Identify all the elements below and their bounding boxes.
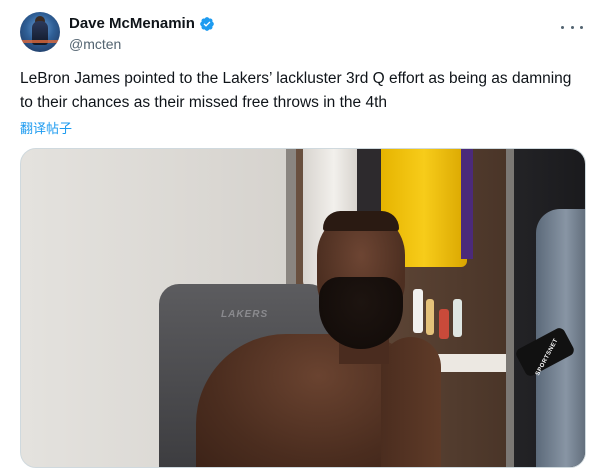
bottle (453, 299, 462, 337)
more-dot (561, 25, 564, 29)
tweet-text: LeBron James pointed to the Lakers’ lack… (20, 70, 572, 111)
more-dot (580, 25, 583, 29)
chair-logo: LAKERS (221, 309, 269, 320)
hanging-purple-garment (461, 149, 473, 259)
player-hair (323, 211, 399, 231)
bottle (413, 289, 423, 333)
display-name[interactable]: Dave McMenamin (69, 15, 195, 33)
player-arm (381, 337, 441, 467)
handle[interactable]: @mcten (69, 36, 121, 52)
bottle (426, 299, 434, 335)
bottle (439, 309, 449, 339)
translate-link[interactable]: 翻译帖子 (20, 118, 72, 137)
more-horizontal-icon[interactable] (561, 20, 583, 34)
avatar-stripe (20, 40, 60, 43)
verified-badge-icon (200, 17, 214, 31)
more-dot (570, 25, 574, 29)
door-frame (506, 149, 514, 467)
name-row: Dave McMenamin (69, 15, 215, 33)
tweet-media-image[interactable]: LAKERS SPORTSNET (20, 148, 586, 468)
avatar[interactable] (20, 12, 60, 52)
